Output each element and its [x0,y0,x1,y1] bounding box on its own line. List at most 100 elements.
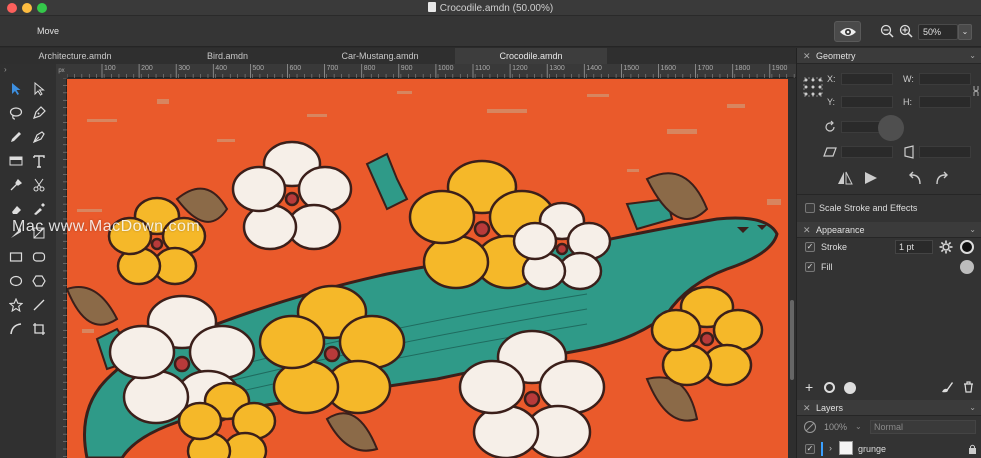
layer-opacity-value[interactable]: 100% [824,422,847,432]
chevron-down-icon[interactable]: ⌄ [969,48,976,64]
arc-tool[interactable] [6,319,26,339]
toolbar: Move 50% ⌄ [0,16,981,47]
shear-field[interactable] [841,146,893,158]
zoom-dropdown-button[interactable]: ⌄ [958,24,972,40]
ruler-number: 1800 [734,65,751,72]
y-field[interactable] [841,96,893,108]
flip-vertical-icon[interactable] [863,170,879,186]
chevron-down-icon[interactable]: ⌄ [969,222,976,238]
eraser-tool[interactable] [6,199,26,219]
pencil-tool[interactable] [6,127,26,147]
dropper-icon [34,203,45,215]
pen-icon [33,106,46,119]
stroke-width-field[interactable]: 1 pt [895,240,933,254]
direct-select-tool[interactable] [29,79,49,99]
rounded-rect-tool[interactable] [29,247,49,267]
pen-tool[interactable] [29,103,49,123]
scissors-tool[interactable] [29,175,49,195]
tab-architecture[interactable]: Architecture.amdn [0,48,150,64]
stroke-checkbox[interactable]: ✓ [805,242,815,252]
flip-horizontal-icon[interactable] [837,170,853,186]
tab-car-mustang[interactable]: Car-Mustang.amdn [305,48,455,64]
x-field[interactable] [841,73,893,85]
crop-tool[interactable] [29,319,49,339]
stroke-label: Stroke [821,242,848,252]
lock-icon[interactable] [968,444,977,454]
line-icon [33,299,45,311]
vertical-ruler-ticks [63,77,67,457]
perspective-field[interactable] [919,146,971,158]
trash-icon[interactable] [963,381,974,393]
eraser-icon [12,206,21,214]
crop-icon [33,323,45,335]
fill-color-swatch[interactable] [960,260,974,274]
document-icon [427,2,436,12]
collapse-tools-icon[interactable]: › [4,65,7,74]
pencil-icon [11,132,21,142]
rotation-dial[interactable] [878,115,904,141]
add-stroke-icon[interactable] [824,382,835,393]
close-panel-icon[interactable]: ✕ [803,400,811,416]
move-tool[interactable] [6,79,26,99]
vertical-scroll-thumb[interactable] [790,300,794,380]
artboard-canvas[interactable] [67,79,788,458]
fill-checkbox[interactable]: ✓ [805,262,815,272]
rotate-right-icon[interactable] [934,170,950,186]
link-icon[interactable] [972,85,980,97]
scissors-icon [33,178,45,192]
tab-bird[interactable]: Bird.amdn [150,48,305,64]
tab-crocodile[interactable]: Crocodile.amdn [455,48,607,64]
close-panel-icon[interactable]: ✕ [803,48,811,64]
horizontal-ruler[interactable]: 100 200 300 400 500 600 700 800 900 1000 1100 1200 1… [67,64,796,78]
vertical-ruler[interactable] [56,77,67,458]
y-label: Y: [827,97,836,107]
zoom-level-field[interactable]: 50% [918,24,958,40]
text-tool[interactable] [29,151,49,171]
inspector-panel: ✕ Geometry ⌄ X: W: Y: H: Scale Stroke an… [796,48,981,458]
rectangle-tool[interactable] [6,247,26,267]
blend-mode-select[interactable]: Normal [870,420,976,434]
ellipse-tool[interactable] [6,271,26,291]
brush-icon[interactable] [941,381,953,393]
scale-stroke-label: Scale Stroke and Effects [819,203,918,213]
color-picker-tool[interactable] [29,199,49,219]
zoom-out-icon[interactable] [880,24,894,38]
eyedropper-tool[interactable] [6,175,26,195]
polygon-tool[interactable] [29,271,49,291]
rectangle-icon [9,252,23,262]
layer-visibility-checkbox[interactable]: ✓ [805,444,815,454]
vertical-scrollbar[interactable] [788,79,796,458]
anchor-grid-icon[interactable] [803,77,823,97]
brush-pen-tool[interactable] [29,127,49,147]
close-panel-icon[interactable]: ✕ [803,222,811,238]
eye-icon [839,27,856,36]
geometry-title: Geometry [816,51,856,61]
chevron-right-icon[interactable]: › [829,443,832,453]
scale-stroke-checkbox[interactable] [805,203,815,213]
layer-thumbnail [839,441,853,455]
ruler-number: 1300 [549,65,565,72]
ruler-number: 100 [104,65,116,72]
view-mode-button[interactable] [834,21,861,42]
rotate-left-icon[interactable] [907,170,923,186]
lasso-tool[interactable] [6,103,26,123]
gear-icon[interactable] [939,240,953,254]
line-tool[interactable] [29,295,49,315]
width-field[interactable] [919,73,971,85]
appearance-panel-header[interactable]: ✕ Appearance ⌄ [797,222,981,238]
chevron-down-icon[interactable]: ⌄ [969,400,976,416]
layers-panel-header[interactable]: ✕ Layers ⌄ [797,400,981,416]
zoom-in-icon[interactable] [899,24,913,38]
add-fill-icon[interactable] [844,382,856,394]
lasso-icon [9,107,23,120]
star-tool[interactable] [6,295,26,315]
stroke-color-swatch[interactable] [960,240,974,254]
text-frame-tool[interactable] [6,151,26,171]
perspective-icon [904,145,914,159]
height-field[interactable] [919,96,971,108]
add-icon[interactable]: + [805,379,813,395]
geometry-panel-header[interactable]: ✕ Geometry ⌄ [797,48,981,64]
crocodile-artwork [67,91,781,458]
layer-name[interactable]: grunge [858,444,886,454]
chevron-down-icon[interactable]: ⌄ [855,422,862,431]
